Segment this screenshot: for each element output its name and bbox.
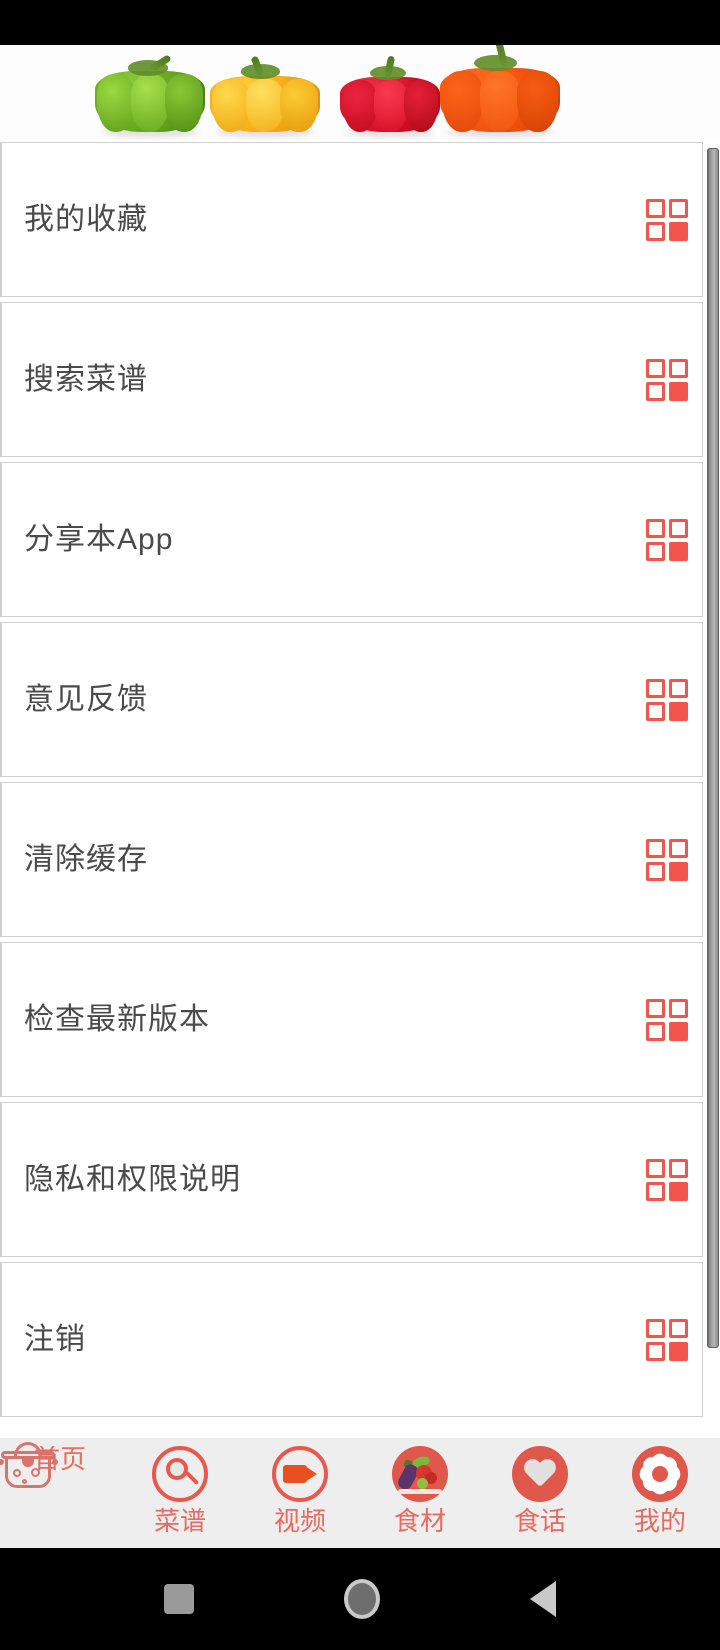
list-item-label: 检查最新版本 [24,1002,210,1036]
pepper-orange [440,45,560,137]
grid-icon [646,998,688,1041]
tab-home[interactable]: 首页 [0,1442,116,1488]
pepper-green [95,54,205,137]
list-item[interactable]: 分享本App [0,462,703,617]
pepper-yellow [210,55,320,137]
pot-icon [0,1438,58,1494]
list-item[interactable]: 注销 [0,1262,703,1417]
tab-ingredients[interactable]: 食材 [364,1446,476,1534]
phone-screen: 我的收藏 搜索菜谱 分享本App 意见反馈 清除缓存 检查最新版本 隐私和权限说… [0,0,720,1650]
recents-square-icon[interactable] [164,1584,194,1614]
list-item[interactable]: 我的收藏 [0,142,703,297]
gear-icon [632,1446,688,1502]
status-bar [0,0,720,45]
list-item[interactable]: 意见反馈 [0,622,703,777]
vegetables-icon [392,1446,448,1502]
tab-video[interactable]: 视频 [244,1446,356,1534]
grid-icon [646,678,688,721]
bell-peppers-photo [0,45,720,140]
home-circle-icon[interactable] [344,1579,380,1619]
pepper-red [340,55,440,137]
grid-icon [646,1318,688,1361]
video-icon [272,1446,328,1502]
list-item[interactable]: 检查最新版本 [0,942,703,1097]
tab-label: 视频 [273,1506,326,1536]
list-item-label: 分享本App [24,522,174,556]
tab-label: 菜谱 [153,1506,206,1536]
scrollbar[interactable] [706,142,720,1438]
heart-icon [512,1446,568,1502]
tab-label: 我的 [633,1506,686,1536]
list-item[interactable]: 隐私和权限说明 [0,1102,703,1257]
list-item-label: 搜索菜谱 [24,362,148,396]
list-item-label: 清除缓存 [24,842,148,876]
banner-image [0,45,720,140]
list-item-label: 注销 [24,1322,86,1356]
grid-icon [646,198,688,241]
list-item-label: 我的收藏 [24,202,148,236]
tab-label: 食话 [513,1506,566,1536]
bottom-tab-bar[interactable]: 首页 菜谱 视频 食材 食话 我的 [0,1438,720,1548]
grid-icon [646,358,688,401]
settings-list[interactable]: 我的收藏 搜索菜谱 分享本App 意见反馈 清除缓存 检查最新版本 隐私和权限说… [0,142,720,1438]
list-item[interactable]: 清除缓存 [0,782,703,937]
list-item[interactable]: 搜索菜谱 [0,302,703,457]
search-icon [152,1446,208,1502]
back-triangle-icon[interactable] [530,1581,556,1617]
list-item-label: 隐私和权限说明 [24,1162,241,1196]
android-system-nav[interactable] [0,1548,720,1650]
tab-label: 食材 [393,1506,446,1536]
tab-foodtalk[interactable]: 食话 [484,1446,596,1534]
scrollbar-thumb[interactable] [707,148,719,1348]
grid-icon [646,1158,688,1201]
tab-mine[interactable]: 我的 [604,1446,716,1534]
grid-icon [646,518,688,561]
grid-icon [646,838,688,881]
list-item-label: 意见反馈 [24,682,148,716]
tab-recipes[interactable]: 菜谱 [124,1446,236,1534]
